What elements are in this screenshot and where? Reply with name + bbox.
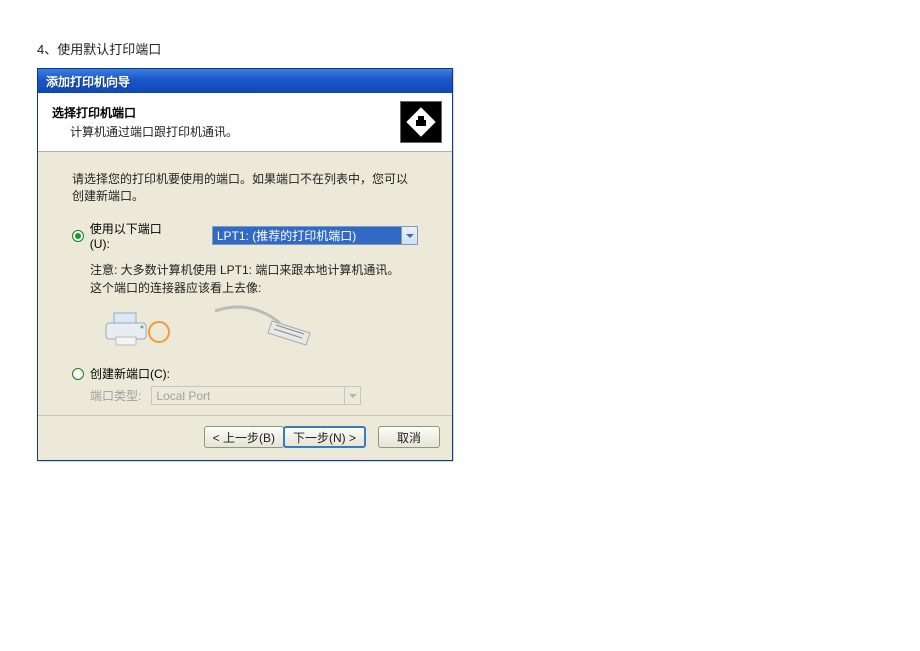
add-printer-wizard-window: 添加打印机向导 选择打印机端口 计算机通过端口跟打印机通讯。 请选择您的打印机要… — [37, 68, 453, 461]
page-caption: 4、使用默认打印端口 — [37, 39, 161, 58]
use-port-radio[interactable] — [72, 230, 84, 242]
back-button[interactable]: < 上一步(B) — [204, 426, 284, 448]
wizard-header-subtitle: 计算机通过端口跟打印机通讯。 — [70, 123, 400, 140]
printer-diamond-icon — [400, 101, 442, 143]
cable-connector-icon — [210, 303, 330, 349]
highlight-circle-icon — [148, 321, 170, 343]
window-titlebar[interactable]: 添加打印机向导 — [38, 69, 452, 93]
port-type-label: 端口类型: — [90, 387, 141, 404]
cancel-button[interactable]: 取消 — [378, 426, 440, 448]
create-port-radio-row[interactable]: 创建新端口(C): — [72, 365, 418, 382]
wizard-header-title: 选择打印机端口 — [52, 104, 400, 121]
instruction-text: 请选择您的打印机要使用的端口。如果端口不在列表中，您可以创建新端口。 — [72, 170, 418, 204]
port-type-value: Local Port — [156, 389, 210, 403]
window-title: 添加打印机向导 — [46, 73, 130, 90]
back-next-group: < 上一步(B) 下一步(N) > — [204, 426, 366, 448]
use-port-label: 使用以下端口(U): — [90, 220, 180, 251]
port-type-select: Local Port — [151, 386, 361, 405]
chevron-down-icon[interactable] — [401, 227, 417, 244]
port-note-text: 注意: 大多数计算机使用 LPT1: 端口来跟本地计算机通讯。这个端口的连接器应… — [90, 261, 410, 297]
wizard-content-pane: 请选择您的打印机要使用的端口。如果端口不在列表中，您可以创建新端口。 使用以下端… — [38, 152, 452, 415]
connector-illustration — [100, 303, 340, 353]
chevron-down-icon — [344, 387, 360, 404]
wizard-header-pane: 选择打印机端口 计算机通过端口跟打印机通讯。 — [38, 93, 452, 152]
create-port-radio[interactable] — [72, 368, 84, 380]
wizard-header-text: 选择打印机端口 计算机通过端口跟打印机通讯。 — [52, 104, 400, 140]
create-port-label: 创建新端口(C): — [90, 365, 170, 382]
port-select-value: LPT1: (推荐的打印机端口) — [217, 227, 356, 244]
wizard-button-bar: < 上一步(B) 下一步(N) > 取消 — [38, 415, 452, 460]
port-type-row: 端口类型: Local Port — [90, 386, 418, 405]
next-button[interactable]: 下一步(N) > — [283, 426, 366, 448]
use-port-radio-row[interactable]: 使用以下端口(U): LPT1: (推荐的打印机端口) — [72, 220, 418, 251]
port-select[interactable]: LPT1: (推荐的打印机端口) — [212, 226, 418, 245]
